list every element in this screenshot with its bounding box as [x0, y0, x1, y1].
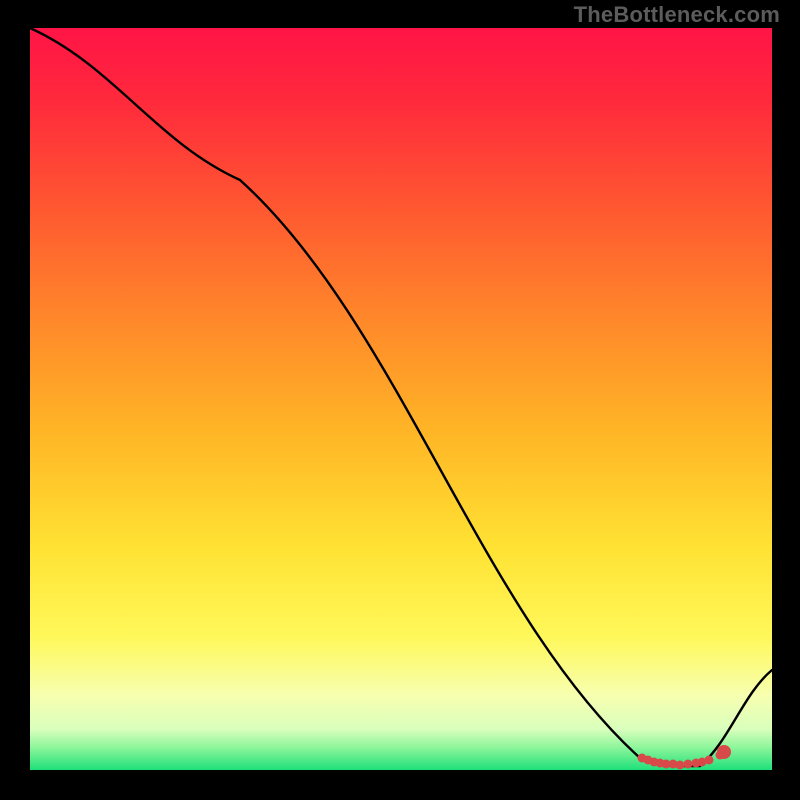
marker-dot	[684, 760, 693, 769]
bottleneck-chart	[0, 0, 800, 800]
marker-dot	[676, 761, 685, 770]
marker-dot	[705, 756, 714, 765]
attribution-text: TheBottleneck.com	[574, 2, 780, 28]
marker-dot-end	[717, 745, 731, 759]
chart-container: TheBottleneck.com	[0, 0, 800, 800]
